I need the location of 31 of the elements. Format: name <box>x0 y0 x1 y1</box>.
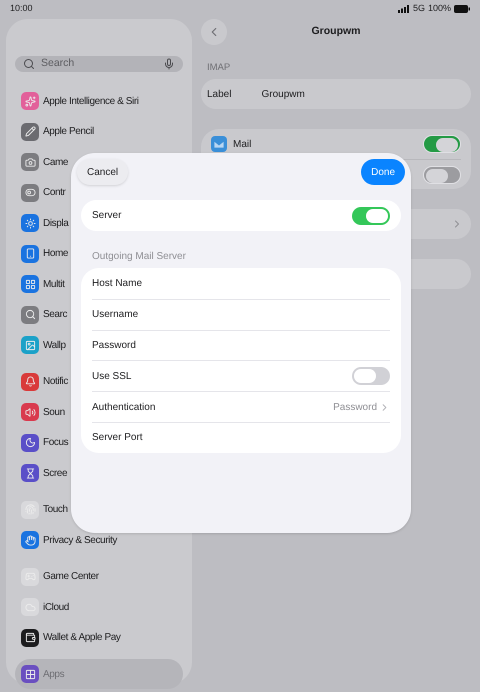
sidebar-label: Came <box>43 156 68 170</box>
row-label: Mail <box>233 138 252 152</box>
row-label: Server <box>92 209 122 223</box>
row-label: Use SSL <box>92 370 132 384</box>
sidebar-label: iCloud <box>43 600 69 614</box>
page-title: Groupwm <box>312 24 360 40</box>
row-label: Authentication <box>92 400 156 415</box>
section-header: IMAP <box>207 61 232 75</box>
sidebar-label: Notific <box>43 375 68 389</box>
sidebar-label: Scree <box>43 466 68 480</box>
sidebar-label: Focus <box>43 436 68 450</box>
sidebar-label: Searc <box>43 308 68 322</box>
row-value: Groupwm <box>261 88 305 102</box>
status-time: 10:00 <box>10 2 33 16</box>
network-label: 5G <box>412 2 425 16</box>
sidebar-label: Touch <box>43 503 68 517</box>
sidebar-label: Apple Pencil <box>43 125 94 139</box>
row-label: Label <box>207 88 232 102</box>
sidebar-label: Multit <box>43 278 64 292</box>
sidebar-label: Wallet & Apple Pay <box>43 631 120 645</box>
sidebar-label: Wallp <box>43 338 66 352</box>
sidebar-label: Privacy & Security <box>43 534 117 548</box>
sidebar-label: Home <box>43 247 68 261</box>
section-header: Outgoing Mail Server <box>92 250 187 264</box>
sidebar-label: Apple Intelligence & Siri <box>43 94 139 108</box>
sidebar-label: Apps <box>43 668 64 682</box>
battery-percent: 100% <box>428 2 451 16</box>
sidebar-label: Soun <box>43 406 65 420</box>
sidebar-label: Contr <box>43 186 66 200</box>
sidebar-label: Game Center <box>43 570 99 584</box>
sidebar-label: Displa <box>43 216 68 230</box>
